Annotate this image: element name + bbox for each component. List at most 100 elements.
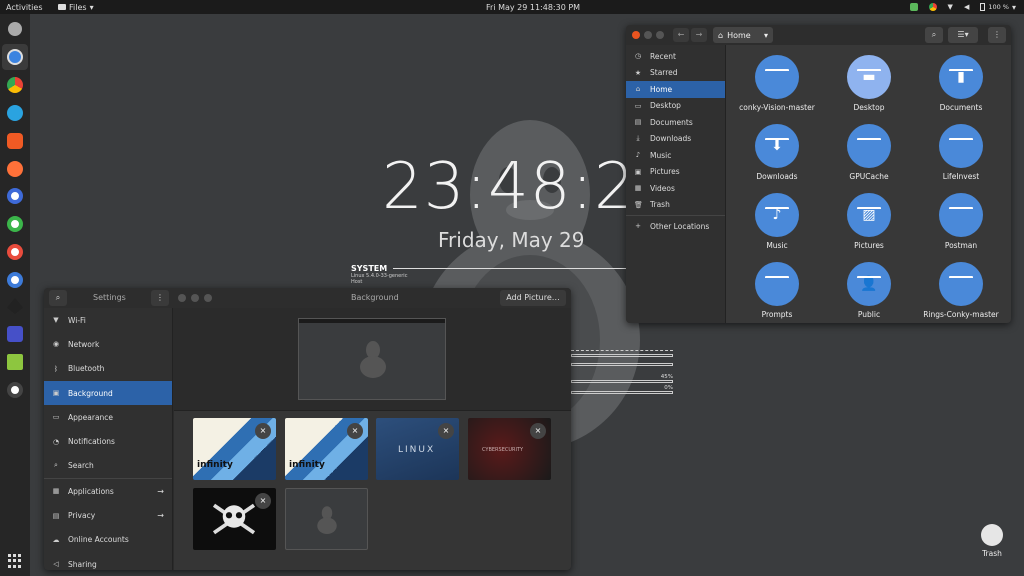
close-window-button[interactable]: [632, 31, 640, 39]
wallpaper-thumb-linux[interactable]: LINUX ×: [376, 418, 459, 480]
thumb-caption: CYBERSECURITY: [482, 447, 524, 453]
cube-app-icon[interactable]: [7, 354, 23, 370]
sidebar-item-videos[interactable]: ▦ Videos: [626, 180, 725, 197]
menu-button[interactable]: ⋮: [988, 27, 1006, 43]
settings-search-button[interactable]: ⌕: [49, 290, 67, 306]
settings-item-label: Search: [68, 461, 94, 471]
settings-item-label: Sharing: [68, 559, 97, 569]
public-folder-icon: 👤: [847, 262, 891, 306]
folder-item[interactable]: ▨ Pictures: [822, 193, 916, 250]
sidebar-item-pictures[interactable]: ▣ Pictures: [626, 164, 725, 181]
folder-item[interactable]: ▮ Documents: [914, 55, 1008, 112]
sidebar-item-downloads[interactable]: ⤓ Downloads: [626, 131, 725, 148]
sidebar-item-music[interactable]: ♪ Music: [626, 147, 725, 164]
wallpaper-thumb-tux-selected[interactable]: [285, 488, 368, 550]
wallpaper-thumb-infinity-1[interactable]: infinity ×: [193, 418, 276, 480]
remove-wallpaper-button[interactable]: ×: [347, 423, 363, 439]
settings-menu-button[interactable]: ⋮: [151, 290, 169, 306]
battery-status[interactable]: 100 % ▾: [980, 3, 1016, 12]
folder-item[interactable]: LifeInvest: [914, 124, 1008, 181]
sidebar-label: Other Locations: [650, 221, 710, 231]
settings-item-sharing[interactable]: ◁ Sharing: [44, 552, 172, 570]
folder-item[interactable]: ♪ Music: [730, 193, 824, 250]
maximize-window-button[interactable]: [656, 31, 664, 39]
back-button[interactable]: ←: [673, 28, 689, 42]
desktop-trash[interactable]: Trash: [978, 524, 1006, 558]
folder-item[interactable]: conky-Vision-master: [730, 55, 824, 112]
folder-label: GPUCache: [849, 172, 889, 181]
settings-item-bluetooth[interactable]: ᛒ Bluetooth: [44, 357, 172, 381]
folder-item[interactable]: ▬ Desktop: [822, 55, 916, 112]
settings-item-search[interactable]: ⌕ Search: [44, 454, 172, 478]
sidebar-item-other-locations[interactable]: + Other Locations: [626, 218, 725, 235]
settings-item-label: Online Accounts: [68, 535, 129, 545]
sidebar-item-recent[interactable]: ◷ Recent: [626, 48, 725, 65]
wifi-icon[interactable]: ▼: [948, 3, 953, 11]
minimize-window-button[interactable]: [644, 31, 652, 39]
remove-wallpaper-button[interactable]: ×: [438, 423, 454, 439]
folder-icon: [755, 55, 799, 99]
wallpaper-thumb-skull[interactable]: ×: [193, 488, 276, 550]
wallpaper-thumb-cybersecurity[interactable]: CYBERSECURITY ×: [468, 418, 551, 480]
maximize-window-button[interactable]: [204, 294, 212, 302]
telegram-icon[interactable]: [7, 105, 23, 121]
brave-icon[interactable]: [7, 133, 23, 149]
firefox-icon[interactable]: [7, 161, 23, 177]
settings-item-applications[interactable]: ▦ Applications →: [44, 479, 172, 503]
remove-wallpaper-button[interactable]: ×: [255, 493, 271, 509]
folder-item[interactable]: GPUCache: [822, 124, 916, 181]
app-icon-2[interactable]: [7, 216, 23, 232]
folder-item[interactable]: ⬇ Downloads: [730, 124, 824, 181]
chrome-tray-icon[interactable]: [928, 3, 937, 11]
close-icon: ×: [442, 426, 450, 435]
remove-wallpaper-button[interactable]: ×: [530, 423, 546, 439]
volume-icon[interactable]: ◀: [964, 3, 969, 11]
close-window-button[interactable]: [178, 294, 186, 302]
app-icon-4[interactable]: [7, 272, 23, 288]
folder-item[interactable]: Postman: [914, 193, 1008, 250]
app-icon-3[interactable]: [7, 244, 23, 260]
record-app-icon[interactable]: [7, 382, 23, 398]
app-menu[interactable]: Files ▾: [58, 3, 94, 12]
settings-item-appearance[interactable]: ▭ Appearance: [44, 405, 172, 429]
folder-item[interactable]: 👤 Public: [822, 262, 916, 319]
folder-item[interactable]: Prompts: [730, 262, 824, 319]
settings-item-privacy[interactable]: ▤ Privacy →: [44, 503, 172, 527]
lock-app-icon[interactable]: [8, 22, 22, 36]
path-bar-home[interactable]: ⌂ Home ▾: [713, 27, 773, 43]
minimize-window-button[interactable]: [191, 294, 199, 302]
folder-item[interactable]: Rings-Conky-master: [914, 262, 1008, 319]
files-app-icon[interactable]: [7, 49, 23, 65]
sidebar-item-home[interactable]: ⌂ Home: [626, 81, 725, 98]
search-button[interactable]: ⌕: [925, 27, 943, 43]
show-apps-icon[interactable]: [8, 554, 22, 568]
chrome-icon[interactable]: [7, 77, 23, 93]
thumb-caption: infinity: [289, 460, 325, 470]
settings-item-network[interactable]: ◉ Network: [44, 332, 172, 356]
remove-wallpaper-button[interactable]: ×: [255, 423, 271, 439]
app-icon-1[interactable]: [7, 188, 23, 204]
settings-item-wifi[interactable]: ▼ Wi-Fi: [44, 308, 172, 332]
shield-icon[interactable]: [909, 3, 918, 11]
folder-icon: [847, 124, 891, 168]
sidebar-item-trash[interactable]: 🗑 Trash: [626, 197, 725, 214]
appearance-icon: ▭: [52, 413, 60, 422]
settings-item-background[interactable]: ▣ Background: [44, 380, 172, 406]
home-icon: ⌂: [718, 30, 724, 40]
settings-item-online-accounts[interactable]: ☁ Online Accounts: [44, 528, 172, 552]
sidebar-item-starred[interactable]: ★ Starred: [626, 65, 725, 82]
settings-item-notifications[interactable]: ◔ Notifications: [44, 429, 172, 453]
add-picture-button[interactable]: Add Picture…: [500, 290, 566, 306]
top-clock[interactable]: Fri May 29 11:48:30 PM: [486, 3, 586, 12]
sidebar-item-desktop[interactable]: ▭ Desktop: [626, 98, 725, 115]
forward-button[interactable]: →: [691, 28, 707, 42]
view-options-button[interactable]: ☰▾: [948, 27, 978, 43]
sidebar-item-documents[interactable]: ▤ Documents: [626, 114, 725, 131]
wallpaper-thumb-infinity-2[interactable]: infinity ×: [285, 418, 368, 480]
system-tray[interactable]: ▼ ◀ 100 % ▾: [909, 3, 1016, 12]
video-icon: ▦: [634, 184, 642, 193]
inkscape-icon[interactable]: [7, 298, 23, 314]
activities-button[interactable]: Activities: [6, 3, 43, 12]
music-icon: ♪: [635, 151, 641, 160]
app-icon-5[interactable]: [7, 326, 23, 342]
